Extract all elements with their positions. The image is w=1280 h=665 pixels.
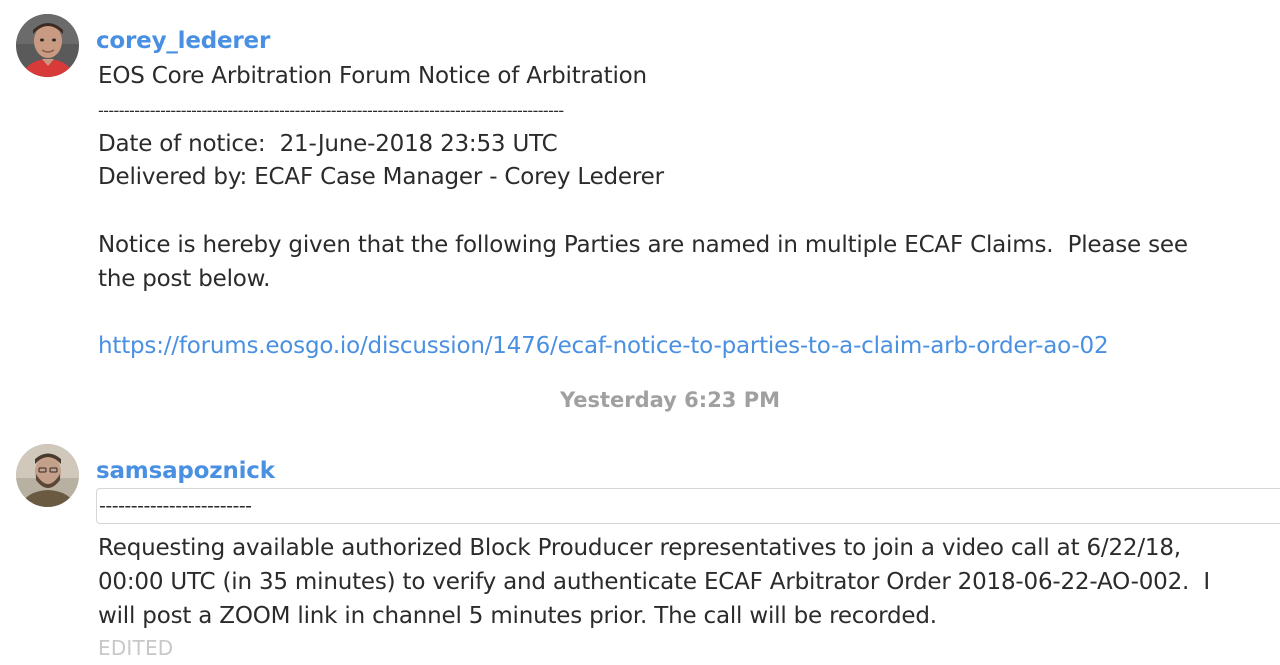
message-body: EOS Core Arbitration Forum Notice of Arb… — [98, 60, 1258, 364]
avatar[interactable] — [16, 444, 79, 507]
username[interactable]: samsapoznick — [96, 456, 275, 486]
message-line-3: will post a ZOOM link in channel 5 minut… — [98, 602, 937, 629]
day-separator-timestamp: Yesterday 6:23 PM — [559, 388, 781, 412]
edited-label: EDITED — [98, 636, 174, 660]
message-divider: ----------------------------------------… — [98, 100, 564, 120]
user-photo-icon — [16, 444, 79, 507]
notice-text-line-1: Notice is hereby given that the followin… — [98, 231, 1188, 258]
message-line-1: Requesting available authorized Block Pr… — [98, 535, 1181, 561]
quote-block: ------------------------ — [96, 488, 1280, 524]
notice-text-line-2: the post below. — [98, 265, 271, 292]
discussion-link[interactable]: https://forums.eosgo.io/discussion/1476/… — [98, 330, 1258, 364]
date-of-notice: Date of notice: 21-June-2018 23:53 UTC — [98, 130, 558, 157]
avatar[interactable] — [16, 14, 79, 77]
message-title: EOS Core Arbitration Forum Notice of Arb… — [98, 63, 647, 89]
user-photo-icon — [16, 14, 79, 77]
message-body: Requesting available authorized Block Pr… — [98, 532, 1268, 633]
username[interactable]: corey_lederer — [96, 26, 270, 56]
chat-message-list: corey_lederer EOS Core Arbitration Forum… — [0, 0, 1280, 665]
quote-text: ------------------------ — [99, 495, 252, 517]
message-line-2: 00:00 UTC (in 35 minutes) to verify and … — [98, 568, 1210, 595]
delivered-by: Delivered by: ECAF Case Manager - Corey … — [98, 164, 664, 191]
